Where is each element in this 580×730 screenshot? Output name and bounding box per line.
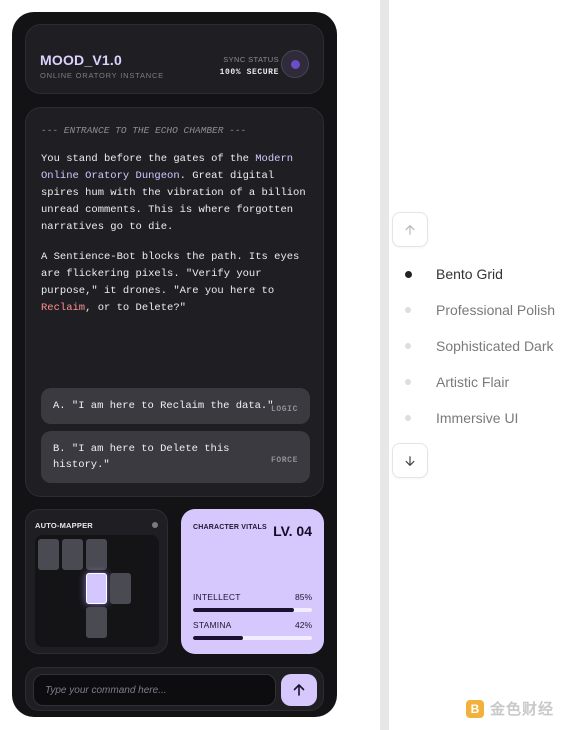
vitals-title: CHARACTER VITALS [193,524,267,531]
avatar[interactable] [281,50,309,78]
map-cell [110,573,131,604]
story-text: A Sentience-Bot blocks the path. Its eye… [41,251,300,297]
map-cell [38,539,59,570]
stat-value-stamina: 42% [294,620,312,630]
command-input[interactable] [33,674,276,706]
level-badge: LV. 04 [273,523,312,539]
intellect-bar-fill [193,608,295,612]
nav-bullet-icon [405,270,412,278]
stat-label-stamina: STAMINA [193,620,232,630]
avatar-orb-icon [290,59,300,69]
nav-item-label: Sophisticated Dark [436,338,554,354]
watermark-text: 金色财经 [490,701,555,718]
command-bar [25,667,324,711]
map-cell [62,539,83,570]
choice-text: B. "I am here to Delete this history." [53,443,230,471]
story-highlight-reclaim: Reclaim [41,302,86,314]
nav-bullet-icon [405,379,411,385]
map-cell [86,539,107,570]
story-paragraph-2: A Sentience-Bot blocks the path. Its eye… [41,249,311,317]
status-dot-icon [152,522,158,528]
nav-bullet-icon [405,415,411,421]
story-panel: --- ENTRANCE TO THE ECHO CHAMBER --- You… [25,107,324,497]
choice-tag: LOGIC [270,405,298,414]
app-header: MOOD_V1.0 ONLINE ORATORY INSTANCE SYNC S… [25,24,324,94]
nav-up-button[interactable] [392,212,428,247]
stat-value-intellect: 85% [294,592,312,602]
watermark-logo-icon: B [466,699,484,718]
nav-bullet-icon [405,307,411,313]
app-title: MOOD_V1.0 [40,52,122,68]
character-vitals-panel: CHARACTER VITALS LV. 04 INTELLECT 85% ST… [181,509,324,654]
watermark: B 金色财经 [466,698,554,719]
nav-item-label: Bento Grid [436,266,503,282]
arrow-down-icon [405,455,415,466]
app-phone-frame: MOOD_V1.0 ONLINE ORATORY INSTANCE SYNC S… [12,12,337,717]
intellect-bar [193,608,312,612]
choice-text: A. "I am here to Reclaim the data." [53,400,274,412]
map-grid[interactable] [35,535,159,647]
map-cell-current [86,573,107,604]
auto-mapper-title: AUTO-MAPPER [35,521,93,530]
choice-delete-button[interactable]: B. "I am here to Delete this history." F… [41,431,310,483]
sync-status-value: 100% SECURE [219,68,279,77]
choice-reclaim-button[interactable]: A. "I am here to Reclaim the data." LOGI… [41,388,310,424]
scrollbar-divider [380,0,389,730]
nav-item-label: Immersive UI [436,410,519,426]
stamina-bar-fill [193,636,243,640]
nav-item-label: Professional Polish [436,302,556,318]
send-button[interactable] [281,674,317,706]
story-heading: --- ENTRANCE TO THE ECHO CHAMBER --- [41,125,247,136]
app-subtitle: ONLINE ORATORY INSTANCE [40,71,164,80]
stat-label-intellect: INTELLECT [193,592,241,602]
nav-item-label: Artistic Flair [436,374,510,390]
arrow-up-icon [405,224,415,235]
auto-mapper-panel: AUTO-MAPPER [25,509,168,654]
story-text: , or to Delete?" [85,302,186,314]
story-text: You stand before the gates of the [41,153,256,165]
map-cell [86,607,107,638]
nav-down-button[interactable] [392,443,428,478]
choice-tag: FORCE [270,456,298,465]
sync-status-label: SYNC STATUS [223,55,279,64]
nav-bullet-icon [405,343,411,349]
story-paragraph-1: You stand before the gates of the Modern… [41,151,311,236]
arrow-up-icon [293,684,305,696]
stamina-bar [193,636,312,640]
